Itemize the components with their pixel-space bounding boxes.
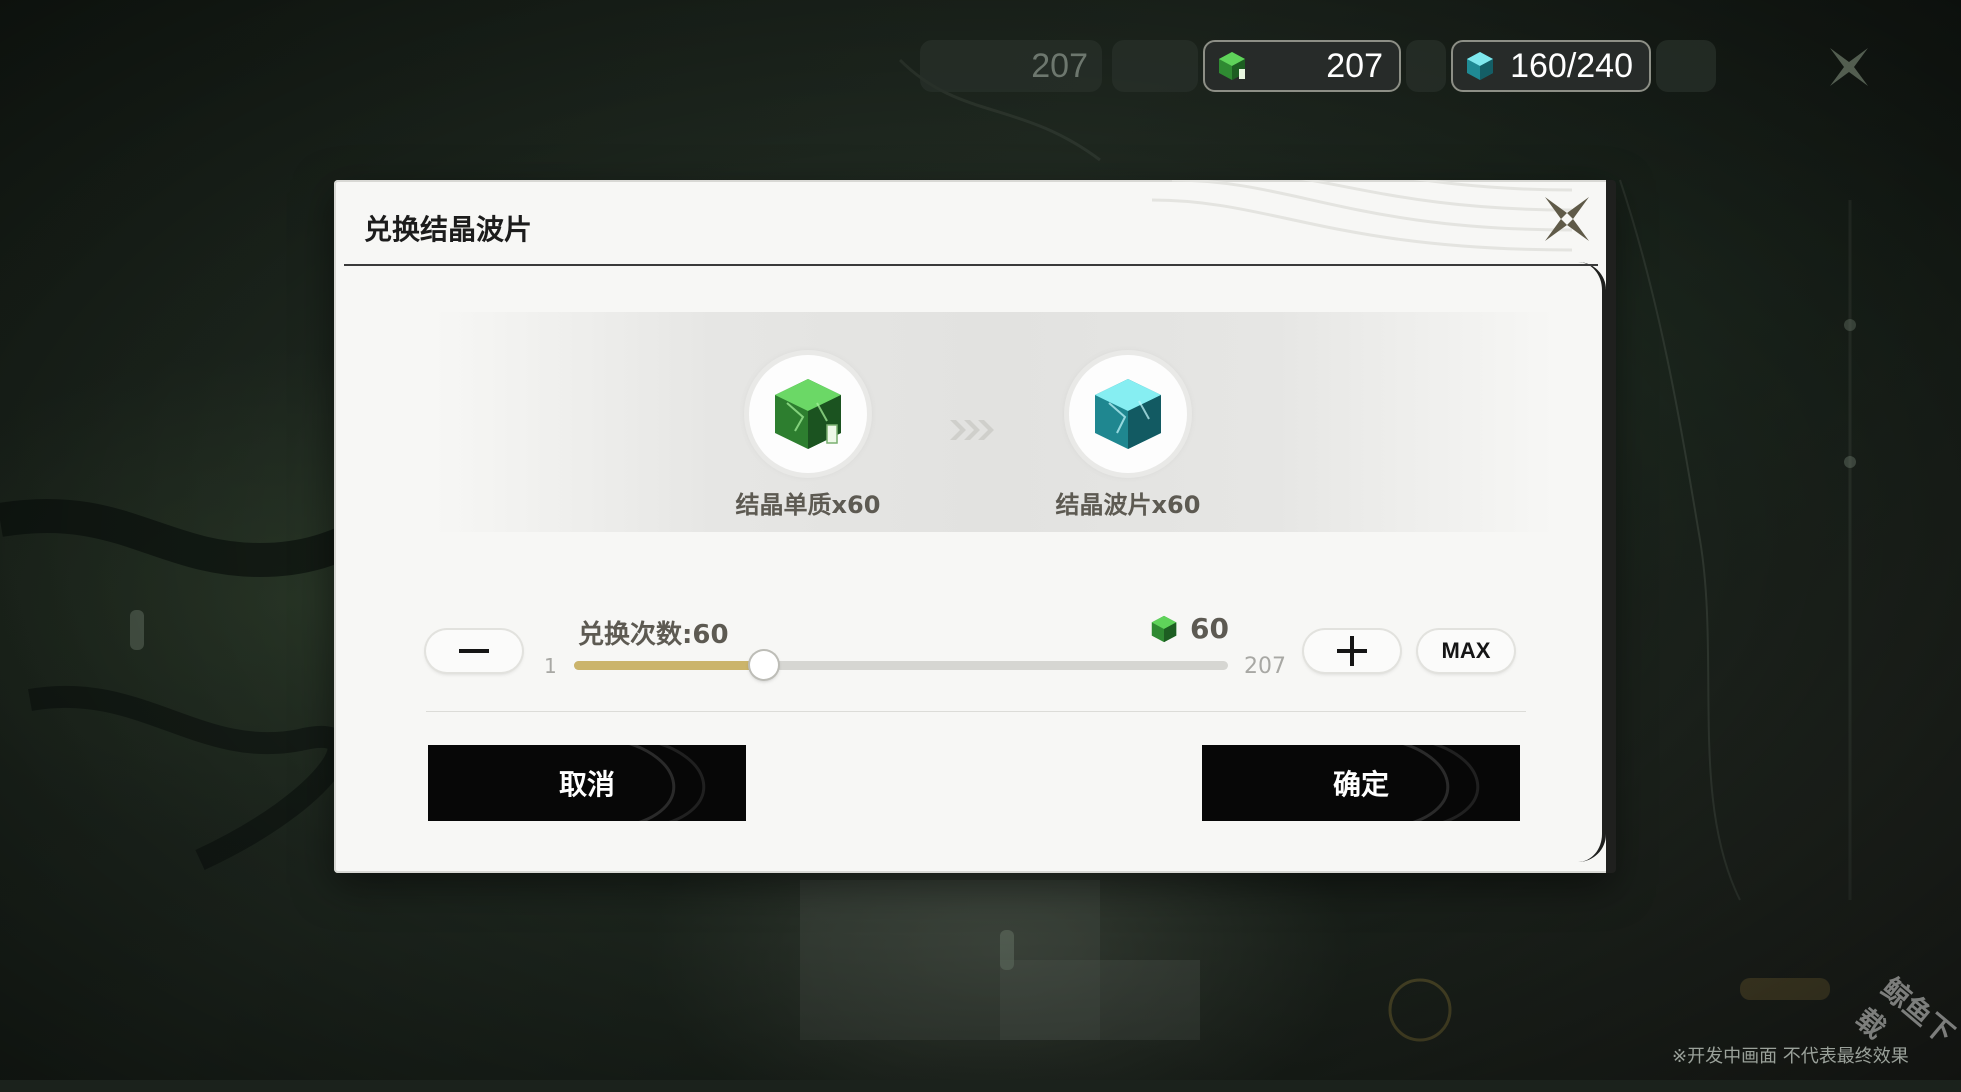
cancel-button[interactable]: 取消 <box>428 745 746 821</box>
target-item: 结晶波片x60 <box>1028 355 1228 520</box>
confirm-label: 确定 <box>1332 768 1389 801</box>
hud-dim-value: 207 <box>1031 46 1088 85</box>
green-crystal-icon <box>1151 615 1177 642</box>
slider-thumb[interactable] <box>749 651 778 679</box>
slider-fill <box>574 661 764 670</box>
dialog-edge-curve <box>1572 262 1606 862</box>
increase-button[interactable] <box>1304 630 1400 672</box>
dialog-edge-bar <box>1606 180 1616 873</box>
header-decoration <box>1152 180 1572 252</box>
confirm-button[interactable]: 确定 <box>1202 745 1520 821</box>
hud-add-button[interactable] <box>1656 40 1716 92</box>
button-decoration <box>1402 745 1480 821</box>
close-map-icon[interactable] <box>1826 44 1872 90</box>
exchange-count-label: 兑换次数:60 <box>578 620 729 650</box>
title-divider <box>344 264 1598 266</box>
source-item: 结晶单质x60 <box>708 355 908 520</box>
hud-monomer-value: 207 <box>1326 46 1383 85</box>
button-decoration <box>628 745 706 821</box>
slider-min-value: 1 <box>544 654 557 678</box>
hud-resource-dim-2 <box>1112 40 1198 92</box>
hud-resource-dim: 207 <box>920 40 1102 92</box>
decrease-button[interactable] <box>426 630 522 672</box>
cancel-label: 取消 <box>558 768 615 801</box>
green-crystal-icon <box>775 379 841 449</box>
hud-waveplate-value: 160/240 <box>1510 46 1633 85</box>
hud-waveplate-counter[interactable]: 160/240 <box>1451 40 1651 92</box>
chevrons-right-icon <box>950 420 994 440</box>
minus-icon <box>459 649 489 653</box>
source-item-ring <box>749 355 867 473</box>
max-button[interactable]: MAX <box>1418 630 1514 672</box>
row-divider <box>426 711 1526 712</box>
slider-max-value: 207 <box>1244 654 1286 679</box>
hud-separator <box>1406 40 1446 92</box>
cost-value: 60 <box>1190 612 1229 645</box>
exchange-dialog: 兑换结晶波片 结晶单质x60 结晶波片x60 兑换次数:60 60 1 207 … <box>334 180 1616 873</box>
dialog-title: 兑换结晶波片 <box>364 213 533 246</box>
target-item-ring <box>1069 355 1187 473</box>
plus-icon <box>1337 636 1367 666</box>
target-item-name: 结晶波片x60 <box>1055 491 1201 519</box>
cyan-crystal-icon <box>1095 379 1161 449</box>
quantity-slider[interactable] <box>574 651 1228 679</box>
cyan-crystal-icon <box>1467 52 1493 80</box>
close-icon[interactable] <box>1542 194 1592 244</box>
green-crystal-icon <box>1219 52 1245 80</box>
cost-display: 60 <box>1148 612 1229 645</box>
source-item-name: 结晶单质x60 <box>735 491 881 519</box>
hud-monomer-counter[interactable]: 207 <box>1203 40 1401 92</box>
